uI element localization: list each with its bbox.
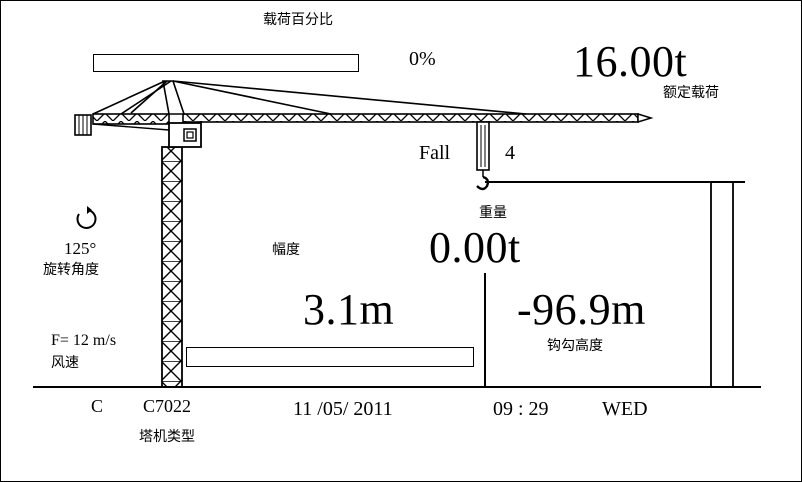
fall-value: 4 xyxy=(505,142,515,164)
crane-model-label: 塔机类型 xyxy=(139,429,195,445)
radius-bar xyxy=(186,347,474,367)
rated-load-label: 额定载荷 xyxy=(663,85,719,101)
rated-load-value: 16.00t xyxy=(573,37,688,86)
crane-class: C xyxy=(91,396,104,416)
load-percent-label: 载荷百分比 xyxy=(263,12,333,28)
crane-jib xyxy=(182,112,654,124)
tower-mast xyxy=(161,146,183,388)
trolley-hook xyxy=(476,121,490,191)
tower-head xyxy=(92,80,527,115)
counter-jib xyxy=(74,113,170,136)
weight-value: 0.00t xyxy=(429,223,521,272)
wind-speed-label: 风速 xyxy=(51,355,79,371)
slew-angle-label: 旋转角度 xyxy=(43,262,99,278)
status-time: 09 : 29 xyxy=(493,398,549,420)
wind-speed-value: F= 12 m/s xyxy=(51,332,117,349)
fall-label: Fall xyxy=(419,142,451,164)
radius-label: 幅度 xyxy=(272,242,300,258)
slew-angle-value: 125° xyxy=(64,239,97,258)
load-percent-value: 0% xyxy=(409,48,436,70)
crane-model-value: C7022 xyxy=(143,396,192,416)
crane-cab xyxy=(168,122,202,148)
radius-value: 3.1m xyxy=(303,285,395,334)
status-weekday: WED xyxy=(602,398,648,420)
hook-height-label: 钩勾高度 xyxy=(547,338,603,354)
crane-monitor-screen: 载荷百分比 0% 16.00t 额定载荷 Fall 4 重量 0.00t 幅度 … xyxy=(0,0,802,482)
load-percent-bar xyxy=(93,54,359,72)
status-date: 11 /05/ 2011 xyxy=(293,398,393,420)
rotate-icon xyxy=(76,206,97,229)
hook-height-value: -96.9m xyxy=(517,285,646,334)
weight-label: 重量 xyxy=(479,205,507,221)
